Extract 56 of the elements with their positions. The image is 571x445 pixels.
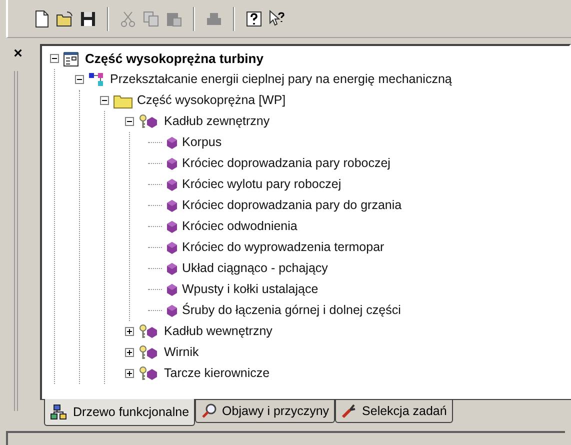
tree-item-label[interactable]: Korpus [182,133,222,152]
tree-item-label[interactable]: Wirnik [164,343,199,362]
tab[interactable]: Drzewo funkcjonalne [44,399,196,426]
key-gem-icon [138,344,160,360]
context-help-icon[interactable] [267,8,287,28]
help-icon[interactable] [244,8,264,28]
tree-item-label[interactable]: Układ ciągnąco - pchający [182,259,328,278]
tree-item-label[interactable]: Część wysokoprężna [WP] [137,91,286,110]
minus-icon [101,97,108,104]
key-gem-icon [138,324,160,340]
gem-icon [166,282,178,296]
tree-item-label[interactable]: Króciec doprowadzania pary do grzania [182,196,402,215]
tree-item-label[interactable]: Kadłub zewnętrzny [164,112,270,131]
plus-icon [126,370,133,377]
minus-icon [51,55,58,62]
minus-icon [76,76,83,83]
expand-button[interactable] [125,348,134,357]
gem-icon [166,178,178,192]
tree-item-label[interactable]: Króciec doprowadzania pary roboczej [182,154,390,173]
expand-button[interactable] [125,327,134,336]
search-icon [201,403,218,419]
collapse-button[interactable] [100,96,109,105]
key-gem-icon [138,366,160,382]
gem-icon [166,136,178,150]
collapse-button[interactable] [75,75,84,84]
key-gem-icon [138,114,160,130]
tree-item-label[interactable]: Śruby do łączenia górnej i dolnej części [182,301,401,320]
collapse-button[interactable] [125,117,134,126]
collapse-button[interactable] [50,54,59,63]
hierarchy-icon [88,72,106,88]
wrench-icon [341,403,358,419]
folder-icon[interactable] [55,8,75,28]
gem-icon [166,304,178,318]
close-button[interactable]: × [14,46,22,61]
minus-icon [126,118,133,125]
tab[interactable]: Selekcja zadań [335,400,453,423]
gem-icon [166,156,178,170]
gem-icon [166,262,178,276]
gem-icon [166,198,178,212]
plus-icon [126,349,133,356]
tree-item-label[interactable]: Króciec odwodnienia [182,217,298,236]
tree-item-label[interactable]: Kadłub wewnętrzny [164,322,272,341]
network-icon [50,404,68,420]
plus-icon [126,328,133,335]
tree-item-label[interactable]: Króciec wylotu pary roboczej [182,175,342,194]
tree-item-label[interactable]: Przekształcanie energii cieplnej pary na energię mechaniczną [110,70,452,89]
gem-icon [166,220,178,234]
tree-item-label[interactable]: Część wysokoprężna turbiny [85,48,264,68]
gem-icon [166,240,178,254]
tree-item-label[interactable]: Wpusty i kołki ustalające [182,280,318,299]
tree-item-label[interactable]: Tarcze kierownicze [164,364,270,383]
tab[interactable]: Objawy i przyczyny [195,400,336,423]
document-list-icon [63,50,81,66]
tree-item-label[interactable]: Króciec do wyprowadzenia termopar [182,238,384,257]
folder-icon [113,92,133,108]
expand-button[interactable] [125,369,134,378]
